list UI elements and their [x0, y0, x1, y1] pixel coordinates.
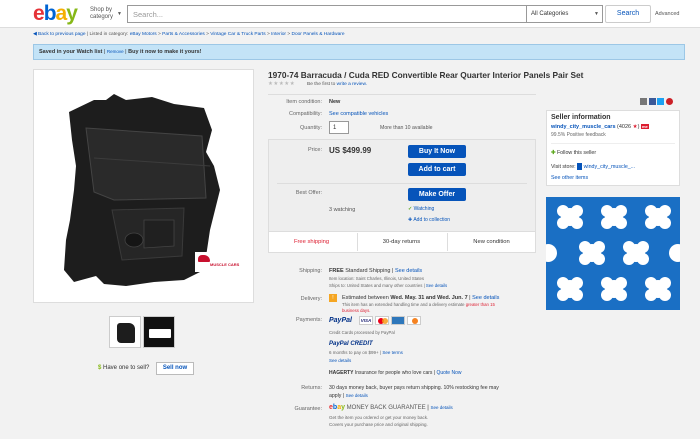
see-terms-link[interactable]: See terms — [382, 350, 403, 355]
see-details-link[interactable]: See details — [472, 295, 499, 301]
watching-count: 3 watching — [329, 207, 356, 213]
condition-value: New — [329, 99, 341, 105]
seller-name-link[interactable]: windy_city_muscle_cars — [551, 124, 616, 130]
breadcrumb-link[interactable]: Parts & Accessories — [162, 32, 205, 37]
price-value: US $499.99 — [329, 146, 372, 155]
quote-now-link[interactable]: Quote Now — [436, 370, 461, 376]
seller-heading: Seller information — [551, 114, 611, 121]
ad-pattern — [546, 205, 680, 301]
car-icon — [198, 255, 210, 262]
ships-to-line: Ships to: United States and many other c… — [329, 283, 448, 288]
seller-feedback: 99.5% Positive feedback — [551, 132, 606, 138]
thumbnail-panel-icon — [117, 323, 135, 343]
email-icon[interactable] — [640, 98, 647, 105]
paypal-credit-terms: 6 months to pay on $99+ | See terms — [329, 350, 403, 355]
see-other-items-link[interactable]: See other items — [551, 175, 588, 181]
seller-name-line: windy_city_muscle_cars (4026 ★) me — [551, 124, 649, 130]
breadcrumb-link[interactable]: Interior — [271, 32, 286, 37]
hagerty-line: HAGERTY Insurance for people who love ca… — [329, 370, 462, 376]
mastercard-icon — [375, 316, 389, 325]
star-icon: ★ — [632, 124, 638, 130]
store-icon — [577, 163, 583, 170]
check-icon: ✓ — [408, 206, 413, 212]
chevron-down-icon: ▼ — [117, 11, 122, 17]
star-rating: ★★★★★ — [268, 81, 296, 87]
product-title: 1970-74 Barracuda / Cuda RED Convertible… — [268, 70, 584, 80]
quantity-input[interactable]: 1 — [329, 121, 349, 134]
free-shipping: Free shipping — [293, 239, 330, 245]
remove-link[interactable]: Remove — [107, 49, 124, 54]
new-condition: New condition — [473, 239, 510, 245]
breadcrumb-link[interactable]: eBay Motors — [130, 32, 157, 37]
thumbnail-2[interactable] — [143, 316, 175, 348]
back-link[interactable]: Back to previous page — [38, 32, 85, 37]
delivery-note: This item has an extended handling time … — [342, 302, 495, 313]
info-divider — [268, 94, 536, 95]
plus-icon: ✚ — [408, 217, 413, 223]
back-icon: ◀ — [33, 32, 37, 37]
make-offer-button[interactable]: Make Offer — [408, 188, 466, 201]
see-details-link[interactable]: See details — [346, 393, 368, 398]
delivery-estimate: Estimated between Wed. May. 31 and Wed. … — [342, 295, 500, 301]
see-details-link[interactable]: See details — [426, 283, 447, 288]
quantity-available: More than 10 available — [380, 125, 433, 131]
advanced-link[interactable]: Advanced — [655, 11, 679, 17]
shop-by-category[interactable]: Shop by category — [90, 7, 113, 21]
seller-divider — [551, 143, 675, 144]
review-prompt: Be the first to write a review. — [307, 82, 367, 87]
delivery-info-icon: ! — [329, 294, 337, 302]
main-product-image[interactable]: MUSCLE CARS — [33, 69, 254, 303]
amex-icon — [391, 316, 405, 325]
paypal-credit-logo: PayPal CREDIT — [329, 341, 373, 347]
follow-seller-link[interactable]: ✚ Follow this seller — [551, 150, 596, 156]
thumbnail-logo-icon — [149, 329, 171, 338]
shipping-line: FREE Standard Shipping | See details — [329, 268, 423, 274]
add-to-collection-link[interactable]: ✚ Add to collection — [408, 217, 450, 223]
me-badge: me — [640, 124, 649, 129]
breadcrumb-link[interactable]: Door Panels & Hardware — [292, 32, 345, 37]
paypal-logo: PayPal — [329, 317, 352, 324]
twitter-icon[interactable] — [657, 98, 665, 105]
sell-now-button[interactable]: Sell now — [156, 362, 194, 375]
watchlist-banner: Saved in your Watch list | Remove | Buy … — [33, 44, 685, 60]
plus-icon: ✚ — [551, 150, 556, 156]
breadcrumb: ◀ Back to previous page | Listed in cate… — [33, 32, 345, 37]
money-back-guarantee: ebay MONEY BACK GUARANTEE | See details — [329, 404, 453, 411]
visa-logo: VISA — [359, 316, 373, 325]
ebay-small-logo: ebay — [329, 404, 345, 411]
search-button[interactable]: Search — [605, 5, 651, 23]
visit-store-line: Visit store: windy_city_muscle_... — [551, 163, 636, 170]
returns-policy: 30 days money back, buyer pays return sh… — [329, 385, 499, 399]
facebook-icon[interactable] — [648, 98, 656, 105]
returns-30: 30-day returns — [382, 239, 421, 245]
pinterest-icon[interactable] — [666, 98, 674, 105]
see-details-link[interactable]: See details — [395, 268, 422, 274]
store-link[interactable]: windy_city_muscle_... — [584, 164, 636, 170]
watermark-logo: MUSCLE CARS — [195, 252, 239, 272]
chevron-down-icon: ▼ — [594, 11, 599, 17]
discover-icon — [407, 316, 421, 325]
watching-link[interactable]: ✓ Watching — [408, 206, 434, 212]
share-icons — [640, 98, 674, 107]
category-select[interactable]: All Categories ▼ — [527, 5, 603, 23]
see-details-link[interactable]: See details — [430, 405, 452, 410]
dollar-icon: $ — [98, 365, 102, 371]
ebay-logo[interactable]: ebay — [33, 3, 78, 25]
thumbnail-1[interactable] — [109, 316, 141, 348]
write-review-link[interactable]: write a review. — [337, 82, 367, 87]
price-divider — [277, 183, 527, 184]
have-one-to-sell: $ Have one to sell? — [98, 365, 150, 371]
search-input[interactable]: Search... — [127, 5, 527, 23]
see-details-link[interactable]: See details — [329, 358, 351, 363]
breadcrumb-link[interactable]: Vintage Car & Truck Parts — [210, 32, 265, 37]
buy-it-now-button[interactable]: Buy It Now — [408, 145, 466, 158]
advertisement[interactable] — [546, 197, 680, 310]
compatible-vehicles-link[interactable]: See compatible vehicles — [329, 111, 388, 117]
add-to-cart-button[interactable]: Add to cart — [408, 163, 466, 176]
